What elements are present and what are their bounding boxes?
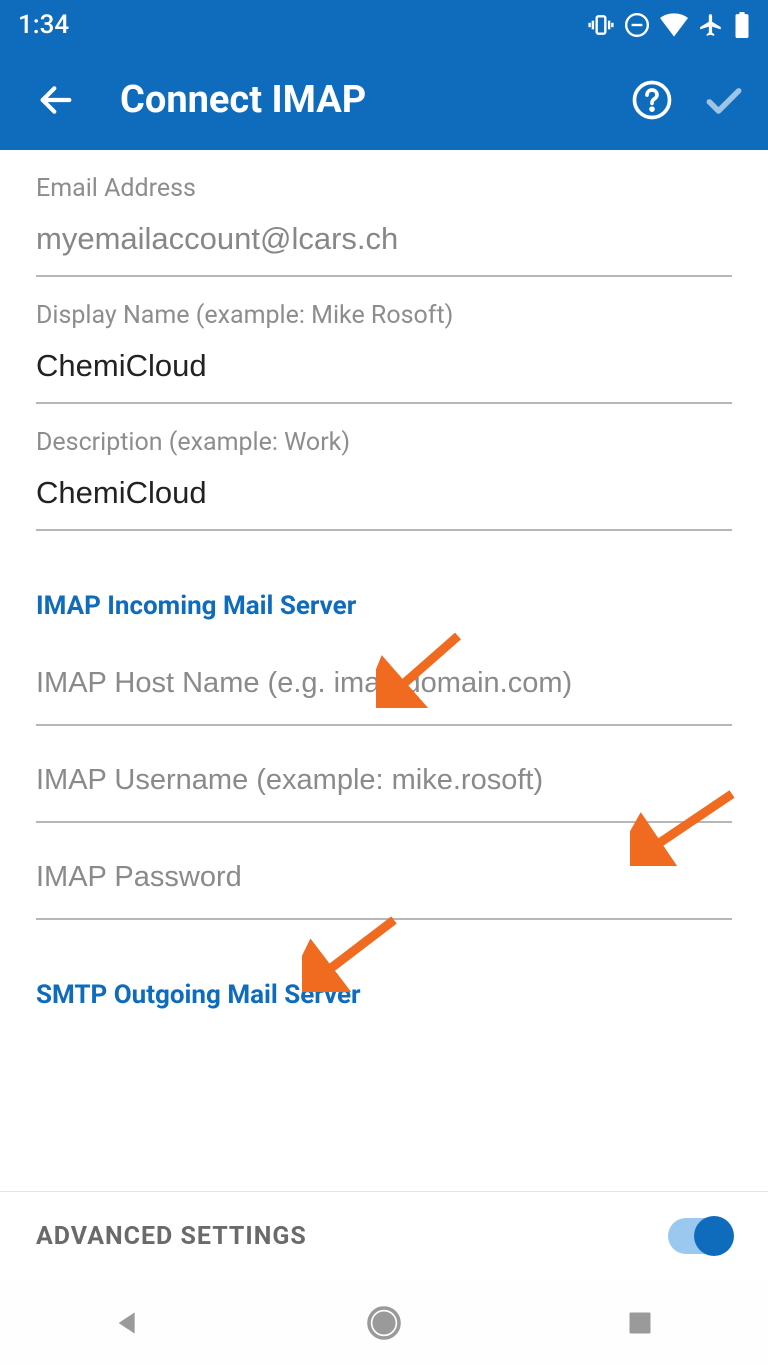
imap-username-block — [36, 726, 732, 823]
email-label: Email Address — [36, 174, 732, 203]
form-content: Email Address Display Name (example: Mik… — [0, 150, 768, 1010]
advanced-settings-toggle[interactable] — [668, 1218, 732, 1254]
imap-section-header: IMAP Incoming Mail Server — [36, 591, 732, 621]
description-label: Description (example: Work) — [36, 428, 732, 457]
app-bar: Connect IMAP — [0, 50, 768, 150]
description-input[interactable] — [36, 475, 732, 531]
advanced-settings-label: ADVANCED SETTINGS — [36, 1222, 307, 1251]
imap-password-input[interactable] — [36, 861, 732, 920]
description-field-block: Description (example: Work) — [36, 404, 732, 531]
vibrate-icon — [588, 12, 614, 38]
dnd-icon — [624, 12, 650, 38]
imap-password-block — [36, 823, 732, 920]
nav-recent-button[interactable] — [618, 1301, 662, 1345]
status-time: 1:34 — [18, 10, 69, 40]
page-title: Connect IMAP — [120, 78, 628, 122]
smtp-section-header: SMTP Outgoing Mail Server — [36, 980, 732, 1010]
email-input[interactable] — [36, 221, 732, 277]
confirm-button[interactable] — [700, 76, 748, 124]
airplane-icon — [698, 12, 724, 38]
wifi-icon — [660, 13, 688, 37]
system-nav-bar — [0, 1280, 768, 1365]
status-bar: 1:34 — [0, 0, 768, 50]
nav-home-button[interactable] — [362, 1301, 406, 1345]
imap-host-input[interactable] — [36, 667, 732, 726]
battery-icon — [734, 12, 750, 38]
nav-back-button[interactable] — [106, 1301, 150, 1345]
display-name-input[interactable] — [36, 348, 732, 404]
help-button[interactable] — [628, 76, 676, 124]
status-icons — [588, 12, 750, 38]
display-name-label: Display Name (example: Mike Rosoft) — [36, 301, 732, 330]
email-field-block: Email Address — [36, 150, 732, 277]
imap-host-block — [36, 629, 732, 726]
back-button[interactable] — [32, 76, 80, 124]
advanced-settings-row: ADVANCED SETTINGS — [0, 1191, 768, 1280]
display-name-field-block: Display Name (example: Mike Rosoft) — [36, 277, 732, 404]
imap-username-input[interactable] — [36, 764, 732, 823]
